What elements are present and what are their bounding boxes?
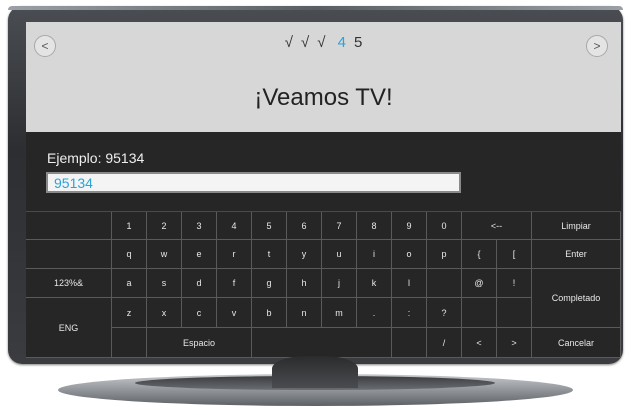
key-limpiar[interactable]: Limpiar (532, 212, 621, 240)
tv-frame: < √√√ 45 > ¡Veamos TV! Ejemplo: 95134 12… (8, 6, 623, 364)
key-blank[interactable] (462, 298, 497, 328)
step-4-current: 4 (337, 34, 346, 51)
key-q[interactable]: q (112, 240, 147, 269)
key-symbol[interactable]: { (462, 240, 497, 269)
key-symbol[interactable]: ! (497, 269, 532, 298)
key-5[interactable]: 5 (252, 212, 287, 240)
key-espacio[interactable]: Espacio (147, 328, 252, 358)
key-n[interactable]: n (287, 298, 322, 328)
key-0[interactable]: 0 (427, 212, 462, 240)
key-symbol[interactable]: @ (462, 269, 497, 298)
key-symbol[interactable]: ? (427, 298, 462, 328)
key-blank[interactable] (26, 212, 112, 240)
key-symbol[interactable]: [ (497, 240, 532, 269)
key-blank[interactable] (112, 328, 147, 358)
key-u[interactable]: u (322, 240, 357, 269)
on-screen-keyboard: 1 2 3 4 5 6 7 8 9 0 <-- Limpiar q w e r t y u i o p{[Enter 123… (26, 211, 621, 358)
key-f[interactable]: f (217, 269, 252, 298)
key-i[interactable]: i (357, 240, 392, 269)
key-z[interactable]: z (112, 298, 147, 328)
key-blank[interactable] (392, 328, 427, 358)
key-e[interactable]: e (182, 240, 217, 269)
key-eng[interactable]: ENG (26, 298, 112, 358)
key-symbol[interactable]: : (392, 298, 427, 328)
tv-screen: < √√√ 45 > ¡Veamos TV! Ejemplo: 95134 12… (26, 22, 621, 358)
key-d[interactable]: d (182, 269, 217, 298)
key-7[interactable]: 7 (322, 212, 357, 240)
key-m[interactable]: m (322, 298, 357, 328)
key-b[interactable]: b (252, 298, 287, 328)
key-9[interactable]: 9 (392, 212, 427, 240)
key-l[interactable]: l (392, 269, 427, 298)
key-cancelar[interactable]: Cancelar (532, 328, 621, 358)
step-2: √ (300, 34, 310, 51)
key-r[interactable]: r (217, 240, 252, 269)
key-p[interactable]: p (427, 240, 462, 269)
step-indicator: √ √ √ 45 (26, 34, 621, 51)
key-enter[interactable]: Enter (532, 240, 621, 269)
key-123[interactable]: 123%& (26, 269, 112, 298)
key-s[interactable]: s (147, 269, 182, 298)
key-blank[interactable] (26, 240, 112, 269)
header-panel: < √ √ √ 45 > ¡Veamos TV! (26, 22, 621, 132)
key-symbol[interactable]: <-- (462, 212, 532, 240)
key-x[interactable]: x (147, 298, 182, 328)
key-g[interactable]: g (252, 269, 287, 298)
key-2[interactable]: 2 (147, 212, 182, 240)
key-3[interactable]: 3 (182, 212, 217, 240)
key-blank[interactable] (497, 298, 532, 328)
key-8[interactable]: 8 (357, 212, 392, 240)
key-t[interactable]: t (252, 240, 287, 269)
key-h[interactable]: h (287, 269, 322, 298)
code-input[interactable] (46, 172, 461, 193)
key-j[interactable]: j (322, 269, 357, 298)
key-y[interactable]: y (287, 240, 322, 269)
next-button[interactable]: > (586, 35, 608, 57)
tv-stand-neck (272, 356, 358, 388)
key-c[interactable]: c (182, 298, 217, 328)
key-greater-than[interactable]: > (497, 328, 532, 358)
key-1[interactable]: 1 (112, 212, 147, 240)
key-o[interactable]: o (392, 240, 427, 269)
page-title: ¡Veamos TV! (254, 84, 393, 111)
key-v[interactable]: v (217, 298, 252, 328)
key-symbol[interactable]: < (462, 328, 497, 358)
chevron-right-icon: > (593, 39, 601, 53)
key-symbol[interactable]: . (357, 298, 392, 328)
step-3: √ (317, 34, 326, 51)
key-blank[interactable] (252, 328, 392, 358)
key-blank[interactable] (427, 269, 462, 298)
key-completado[interactable]: Completado (532, 269, 621, 328)
key-k[interactable]: k (357, 269, 392, 298)
tv-top-edge (8, 6, 623, 10)
key-w[interactable]: w (147, 240, 182, 269)
key-4[interactable]: 4 (217, 212, 252, 240)
key-symbol[interactable]: / (427, 328, 462, 358)
key-a[interactable]: a (112, 269, 147, 298)
key-6[interactable]: 6 (287, 212, 322, 240)
step-5: 5 (353, 34, 363, 51)
step-1: √ (284, 34, 293, 51)
example-label: Ejemplo: 95134 (47, 150, 145, 166)
